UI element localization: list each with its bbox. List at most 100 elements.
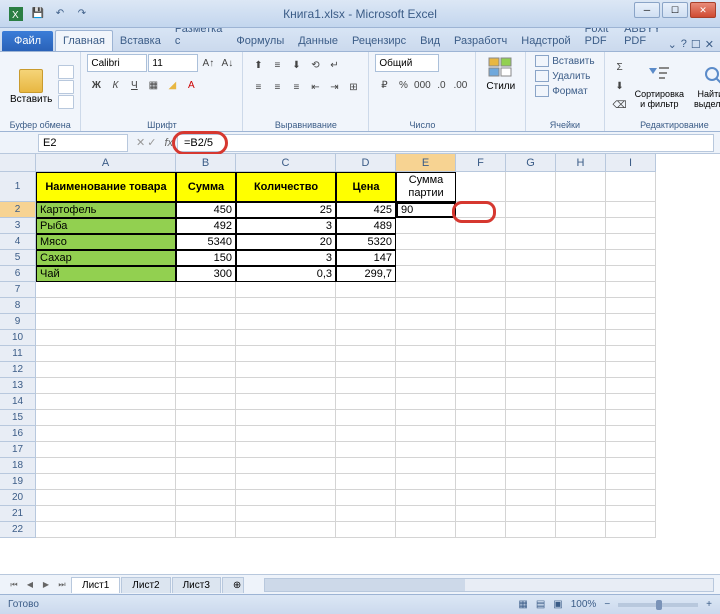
cell-G18[interactable] bbox=[506, 458, 556, 474]
styles-button[interactable]: Стили bbox=[482, 54, 519, 94]
file-tab[interactable]: Файл bbox=[2, 31, 53, 51]
cell-H18[interactable] bbox=[556, 458, 606, 474]
cell-H22[interactable] bbox=[556, 522, 606, 538]
row-header-6[interactable]: 6 bbox=[0, 266, 36, 282]
cell-A9[interactable] bbox=[36, 314, 176, 330]
fill-icon[interactable]: ⬇ bbox=[611, 78, 629, 96]
font-color-button[interactable]: A bbox=[182, 76, 200, 94]
cell-C20[interactable] bbox=[236, 490, 336, 506]
sheet-nav-prev[interactable]: ◀ bbox=[22, 578, 38, 592]
cell-F13[interactable] bbox=[456, 378, 506, 394]
cell-G1[interactable] bbox=[506, 172, 556, 202]
row-header-22[interactable]: 22 bbox=[0, 522, 36, 538]
cell-I5[interactable] bbox=[606, 250, 656, 266]
cell-C17[interactable] bbox=[236, 442, 336, 458]
cell-C2[interactable]: 25 bbox=[236, 202, 336, 218]
cell-F16[interactable] bbox=[456, 426, 506, 442]
cell-C13[interactable] bbox=[236, 378, 336, 394]
fx-icon[interactable]: fx bbox=[160, 137, 177, 149]
cell-A5[interactable]: Сахар bbox=[36, 250, 176, 266]
row-header-2[interactable]: 2 bbox=[0, 202, 36, 218]
cell-E3[interactable] bbox=[396, 218, 456, 234]
cell-B7[interactable] bbox=[176, 282, 236, 298]
cell-G15[interactable] bbox=[506, 410, 556, 426]
tab-insert[interactable]: Вставка bbox=[113, 31, 168, 51]
insert-cells-button[interactable]: Вставить bbox=[532, 54, 597, 68]
view-break-icon[interactable]: ▣ bbox=[553, 599, 562, 610]
cell-I10[interactable] bbox=[606, 330, 656, 346]
cell-I14[interactable] bbox=[606, 394, 656, 410]
cancel-formula-icon[interactable]: ✕ bbox=[136, 136, 145, 149]
indent-inc-icon[interactable]: ⇥ bbox=[325, 78, 343, 96]
row-header-5[interactable]: 5 bbox=[0, 250, 36, 266]
cell-A13[interactable] bbox=[36, 378, 176, 394]
cell-H1[interactable] bbox=[556, 172, 606, 202]
row-header-1[interactable]: 1 bbox=[0, 172, 36, 202]
cell-I21[interactable] bbox=[606, 506, 656, 522]
cell-C10[interactable] bbox=[236, 330, 336, 346]
zoom-slider[interactable] bbox=[618, 603, 698, 607]
cell-F4[interactable] bbox=[456, 234, 506, 250]
cell-A3[interactable]: Рыба bbox=[36, 218, 176, 234]
cell-E22[interactable] bbox=[396, 522, 456, 538]
window-restore-icon[interactable]: ☐ bbox=[691, 38, 701, 51]
minimize-ribbon-icon[interactable]: ⌄ bbox=[668, 38, 677, 51]
sheet-tab-1[interactable]: Лист1 bbox=[71, 577, 120, 593]
cell-F15[interactable] bbox=[456, 410, 506, 426]
cell-F20[interactable] bbox=[456, 490, 506, 506]
cell-B14[interactable] bbox=[176, 394, 236, 410]
cell-G8[interactable] bbox=[506, 298, 556, 314]
font-size-select[interactable] bbox=[148, 54, 198, 72]
cell-I6[interactable] bbox=[606, 266, 656, 282]
cell-G13[interactable] bbox=[506, 378, 556, 394]
cell-B15[interactable] bbox=[176, 410, 236, 426]
cell-B2[interactable]: 450 bbox=[176, 202, 236, 218]
align-bottom-icon[interactable]: ⬇ bbox=[287, 56, 305, 74]
cell-F3[interactable] bbox=[456, 218, 506, 234]
cell-E21[interactable] bbox=[396, 506, 456, 522]
cell-D18[interactable] bbox=[336, 458, 396, 474]
bold-button[interactable]: Ж bbox=[87, 76, 105, 94]
tab-developer[interactable]: Разработч bbox=[447, 31, 514, 51]
zoom-in-button[interactable]: + bbox=[706, 599, 712, 610]
cell-C14[interactable] bbox=[236, 394, 336, 410]
cell-C6[interactable]: 0,3 bbox=[236, 266, 336, 282]
indent-dec-icon[interactable]: ⇤ bbox=[306, 78, 324, 96]
cell-B5[interactable]: 150 bbox=[176, 250, 236, 266]
paste-button[interactable]: Вставить bbox=[6, 67, 56, 107]
view-layout-icon[interactable]: ▤ bbox=[536, 599, 545, 610]
row-header-13[interactable]: 13 bbox=[0, 378, 36, 394]
col-header-H[interactable]: H bbox=[556, 154, 606, 172]
cell-F14[interactable] bbox=[456, 394, 506, 410]
cell-F1[interactable] bbox=[456, 172, 506, 202]
sheet-nav-next[interactable]: ▶ bbox=[38, 578, 54, 592]
tab-view[interactable]: Вид bbox=[413, 31, 447, 51]
zoom-out-button[interactable]: − bbox=[604, 599, 610, 610]
tab-data[interactable]: Данные bbox=[291, 31, 345, 51]
copy-icon[interactable] bbox=[58, 80, 74, 94]
sheet-tab-2[interactable]: Лист2 bbox=[121, 577, 170, 593]
cell-E15[interactable] bbox=[396, 410, 456, 426]
cell-C5[interactable]: 3 bbox=[236, 250, 336, 266]
cell-E20[interactable] bbox=[396, 490, 456, 506]
cell-H4[interactable] bbox=[556, 234, 606, 250]
cell-H9[interactable] bbox=[556, 314, 606, 330]
cell-A15[interactable] bbox=[36, 410, 176, 426]
cell-B9[interactable] bbox=[176, 314, 236, 330]
col-header-G[interactable]: G bbox=[506, 154, 556, 172]
row-header-17[interactable]: 17 bbox=[0, 442, 36, 458]
cell-G20[interactable] bbox=[506, 490, 556, 506]
row-header-20[interactable]: 20 bbox=[0, 490, 36, 506]
cell-B22[interactable] bbox=[176, 522, 236, 538]
cell-G10[interactable] bbox=[506, 330, 556, 346]
cell-E19[interactable] bbox=[396, 474, 456, 490]
align-middle-icon[interactable]: ≡ bbox=[268, 56, 286, 74]
col-header-E[interactable]: E bbox=[396, 154, 456, 172]
cell-E2[interactable]: 90 bbox=[396, 202, 456, 218]
cell-D20[interactable] bbox=[336, 490, 396, 506]
cell-B10[interactable] bbox=[176, 330, 236, 346]
undo-icon[interactable]: ↶ bbox=[50, 4, 70, 24]
cell-I11[interactable] bbox=[606, 346, 656, 362]
cut-icon[interactable] bbox=[58, 65, 74, 79]
col-header-I[interactable]: I bbox=[606, 154, 656, 172]
